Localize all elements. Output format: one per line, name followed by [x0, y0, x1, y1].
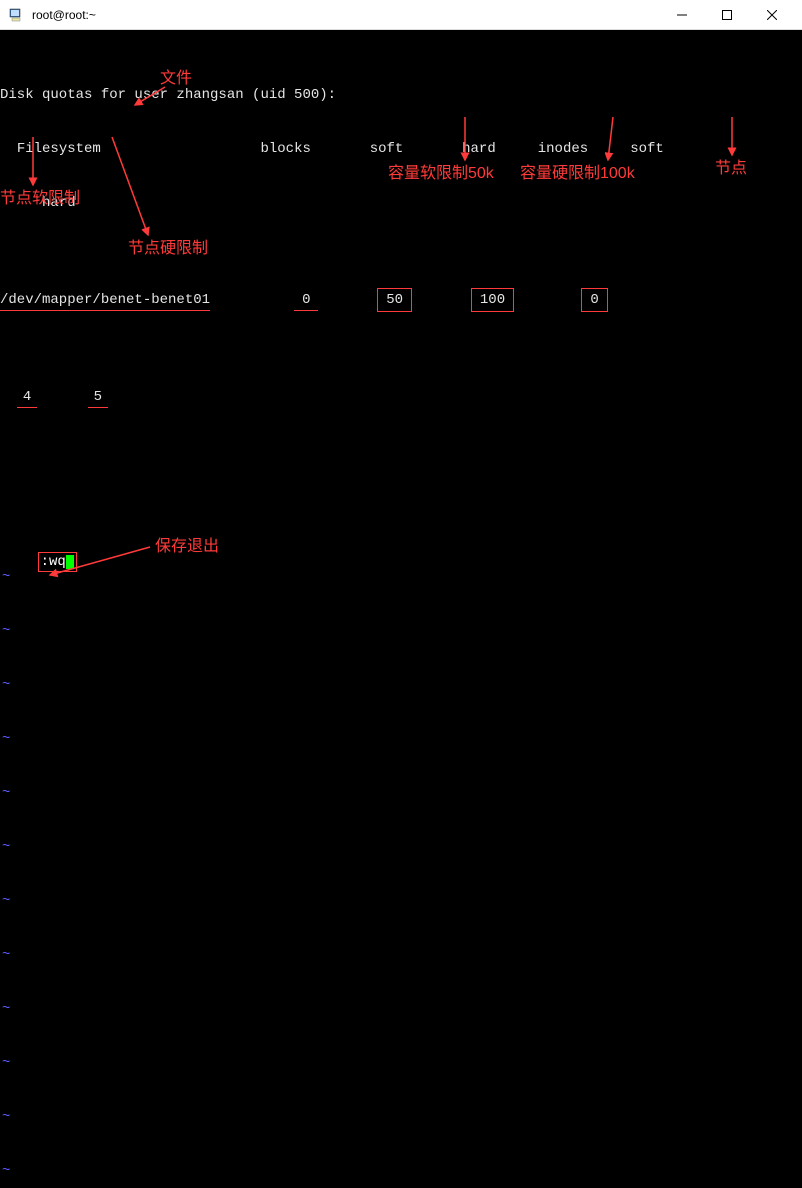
val-hard-node: 5 — [88, 389, 108, 408]
window-titlebar: root@root:~ — [0, 0, 802, 30]
close-button[interactable] — [749, 0, 794, 30]
data-row-2: 4 5 — [0, 388, 802, 406]
quota-header-line: Disk quotas for user zhangsan (uid 500): — [0, 86, 802, 104]
column-headers-line2: hard — [0, 194, 802, 212]
data-row: /dev/mapper/benet-benet01 0 50 100 0 — [0, 288, 802, 312]
terminal-area[interactable]: Disk quotas for user zhangsan (uid 500):… — [0, 30, 802, 594]
vim-tilde: ~ — [0, 1054, 802, 1072]
window-title: root@root:~ — [32, 8, 659, 22]
val-soft-node: 4 — [17, 389, 37, 408]
vim-tilde: ~ — [0, 1000, 802, 1018]
vim-tilde: ~ — [0, 1162, 802, 1180]
hdr-hard: hard — [462, 141, 496, 157]
vim-tilde: ~ — [0, 892, 802, 910]
vim-cmd-box: :wq — [38, 552, 77, 572]
vim-tilde: ~ — [0, 1108, 802, 1126]
hdr-inodes: inodes — [538, 141, 588, 157]
anno-hard-cap: 容量硬限制100k — [520, 165, 635, 183]
vim-cmd: :wq — [41, 553, 66, 571]
anno-node-hard: 节点硬限制 — [128, 240, 208, 258]
minimize-button[interactable] — [659, 0, 704, 30]
anno-node: 节点 — [715, 160, 747, 178]
hdr-blocks: blocks — [260, 141, 310, 157]
anno-file: 文件 — [160, 70, 192, 88]
putty-icon — [8, 7, 24, 23]
vim-tilde: ~ — [0, 946, 802, 964]
val-hard: 100 — [471, 288, 514, 312]
vim-tilde: ~ — [0, 622, 802, 640]
cursor — [66, 555, 74, 569]
vim-tilde: ~ — [0, 676, 802, 694]
vim-tilde: ~ — [0, 784, 802, 802]
hdr-soft: soft — [370, 141, 404, 157]
vim-tilde: ~ — [0, 730, 802, 748]
hdr-soft2: soft — [630, 141, 664, 157]
vim-tilde: ~ — [0, 568, 802, 586]
vim-status-line: :wq — [4, 534, 77, 590]
anno-soft-cap: 容量软限制50k — [388, 165, 494, 183]
vim-tilde: ~ — [0, 838, 802, 856]
column-headers: Filesystem blocks soft hard inodes soft — [0, 140, 802, 158]
val-soft: 50 — [377, 288, 412, 312]
hdr-filesystem: Filesystem — [17, 141, 101, 157]
window-controls — [659, 0, 794, 30]
val-blocks: 0 — [294, 292, 318, 311]
anno-save-exit: 保存退出 — [155, 538, 219, 556]
val-filesystem: /dev/mapper/benet-benet01 — [0, 292, 210, 311]
val-inodes: 0 — [581, 288, 607, 312]
maximize-button[interactable] — [704, 0, 749, 30]
anno-node-soft: 节点软限制 — [0, 190, 80, 208]
